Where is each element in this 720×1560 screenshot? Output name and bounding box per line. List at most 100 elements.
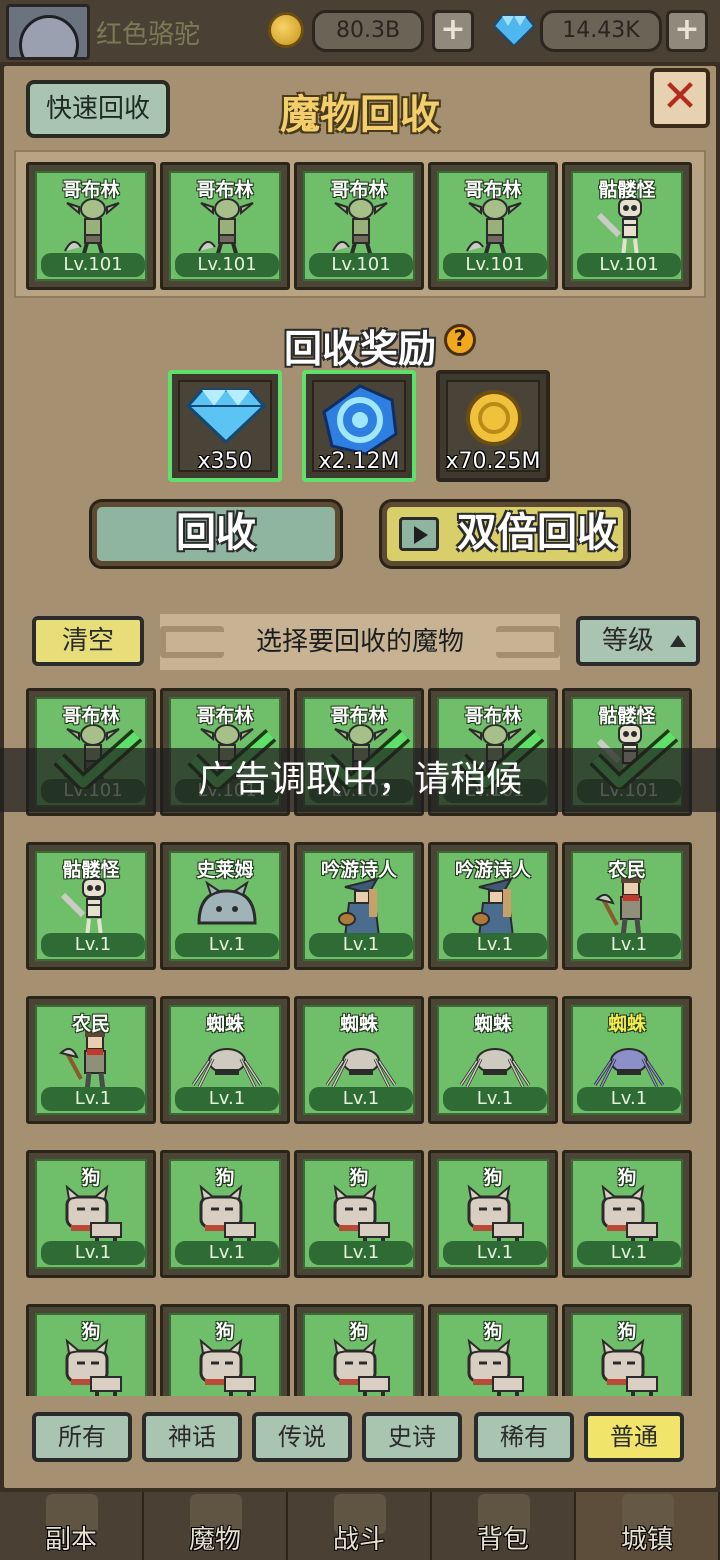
double-recycle-label: 双倍回收 [457,510,617,556]
monster-slot[interactable]: 吟游诗人 Lv.1 [428,842,558,970]
monster-slot[interactable]: 蜘蛛 Lv.1 [294,996,424,1124]
monster-name: 蜘蛛 [473,1013,512,1035]
reward-amount: x70.25M [445,449,541,474]
monster-slot[interactable]: 骷髅怪 Lv.101 [562,162,692,290]
monster-card: 狗 Lv.1 [437,1159,549,1269]
add-gem-button[interactable]: + [666,10,708,52]
monster-level: Lv.1 [41,1087,145,1111]
avatar-face [19,15,79,57]
filter-tab[interactable]: 所有 [32,1412,132,1462]
monster-name: 狗 [483,1321,503,1343]
monster-slot[interactable]: 狗 Lv.1 [294,1150,424,1278]
nav-tab[interactable]: 城镇 [576,1492,720,1560]
nav-label: 战斗 [332,1525,385,1555]
monster-slot[interactable]: 狗 [428,1304,558,1396]
monster-card: 狗 Lv.1 [169,1159,281,1269]
monster-name: 狗 [349,1167,369,1189]
monster-slot[interactable]: 蜘蛛 Lv.1 [160,996,290,1124]
filter-tab[interactable]: 史诗 [362,1412,462,1462]
sort-level-button[interactable]: 等级 [576,616,700,666]
monster-slot[interactable]: 蜘蛛 Lv.1 [562,996,692,1124]
monster-name: 骷髅怪 [598,179,656,201]
monster-slot[interactable]: 哥布林 Lv.101 [428,162,558,290]
monster-name: 狗 [617,1321,637,1343]
filter-tab[interactable]: 传说 [252,1412,352,1462]
nav-tab[interactable]: 背包 [432,1492,576,1560]
monster-slot[interactable]: 哥布林 Lv.101 [294,162,424,290]
nav-tab[interactable]: 魔物 [144,1492,288,1560]
nav-label: 背包 [476,1525,529,1555]
goblin-icon [325,195,397,259]
monster-slot[interactable]: 狗 [294,1304,424,1396]
monster-card: 狗 [169,1313,281,1396]
gold-coin-icon [268,12,304,48]
player-name: 红色骆驼 [96,20,201,50]
double-recycle-button[interactable]: 双倍回收 [382,502,628,566]
gold-amount: 80.3B [312,10,424,52]
nav-tab[interactable]: 副本 [0,1492,144,1560]
nav-tab[interactable]: 战斗 [288,1492,432,1560]
filter-tab[interactable]: 稀有 [474,1412,574,1462]
clear-button[interactable]: 清空 [32,616,144,666]
monster-level: Lv.1 [309,1241,413,1265]
monster-card: 蜘蛛 Lv.1 [571,1005,683,1115]
monster-card: 狗 Lv.1 [571,1159,683,1269]
farmer-icon [593,875,665,939]
monster-name: 吟游诗人 [320,859,397,881]
monster-card: 狗 [303,1313,415,1396]
goblin-icon [191,195,263,259]
spider-icon [325,1029,397,1093]
monster-level: Lv.1 [175,933,279,957]
select-hint: 选择要回收的魔物 [255,627,464,657]
monster-level: Lv.1 [41,933,145,957]
monster-slot[interactable]: 农民 Lv.1 [26,996,156,1124]
top-bar: 红色骆驼 80.3B + 14.43K + [0,0,720,62]
monster-card: 骷髅怪 Lv.1 [35,851,147,961]
monster-slot[interactable]: 史莱姆 Lv.1 [160,842,290,970]
monster-card: 农民 Lv.1 [35,1005,147,1115]
monster-slot[interactable]: 骷髅怪 Lv.1 [26,842,156,970]
monster-slot[interactable]: 狗 [160,1304,290,1396]
monster-slot[interactable]: 狗 Lv.1 [26,1150,156,1278]
player-avatar[interactable] [6,4,90,60]
help-icon[interactable]: ? [444,324,476,356]
bard-icon [459,875,531,939]
monster-slot[interactable]: 哥布林 Lv.101 [160,162,290,290]
monster-name: 狗 [215,1321,235,1343]
monster-slot[interactable]: 狗 Lv.1 [160,1150,290,1278]
monster-card: 农民 Lv.1 [571,851,683,961]
farmer-icon [57,1029,129,1093]
dog-icon [459,1183,531,1247]
bottom-nav: 副本 魔物 战斗 背包 城镇 [0,1492,720,1560]
monster-slot[interactable]: 蜘蛛 Lv.1 [428,996,558,1124]
monster-name: 史莱姆 [196,859,254,881]
filter-tab[interactable]: 普通 [584,1412,684,1462]
add-gold-button[interactable]: + [432,10,474,52]
monster-name: 哥布林 [62,179,120,201]
monster-slot[interactable]: 狗 Lv.1 [562,1150,692,1278]
monster-slot[interactable]: 狗 Lv.1 [428,1150,558,1278]
monster-level: Lv.101 [309,253,413,277]
diamond-icon [186,388,266,444]
monster-slot[interactable]: 狗 [562,1304,692,1396]
monster-level: Lv.1 [175,1241,279,1265]
monster-card: 史莱姆 Lv.1 [169,851,281,961]
close-button[interactable]: ✕ [650,68,710,128]
monster-name: 农民 [607,859,646,881]
monster-slot[interactable]: 吟游诗人 Lv.1 [294,842,424,970]
monster-level: Lv.101 [443,253,547,277]
monster-slot[interactable]: 狗 [26,1304,156,1396]
monster-level: Lv.1 [577,1241,681,1265]
monster-name: 蜘蛛 [607,1013,646,1035]
skeleton-icon [593,195,665,259]
filter-tab[interactable]: 神话 [142,1412,242,1462]
quick-recycle-button[interactable]: 快速回收 [26,80,170,138]
dog-icon [593,1183,665,1247]
monster-card: 哥布林 Lv.101 [35,171,147,281]
monster-slot[interactable]: 农民 Lv.1 [562,842,692,970]
gold-coin-icon [466,390,522,446]
monster-level: Lv.101 [577,253,681,277]
monster-slot[interactable]: 哥布林 Lv.101 [26,162,156,290]
recycle-button[interactable]: 回收 [92,502,340,566]
bard-icon [325,875,397,939]
